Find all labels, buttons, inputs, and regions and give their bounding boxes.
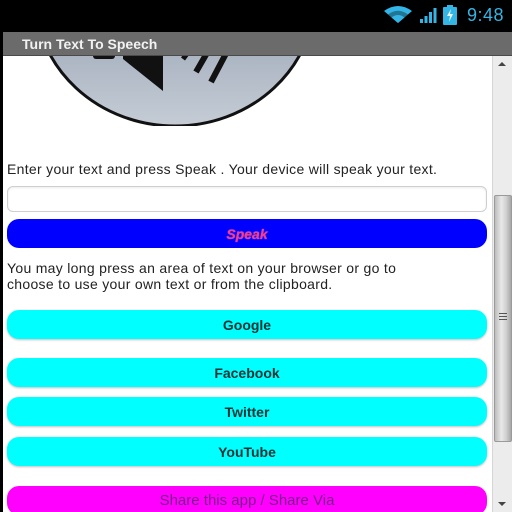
share-app-button[interactable]: Share this app / Share Via [7,486,487,512]
scrollbar-thumb[interactable] [494,195,512,442]
app-title: Turn Text To Speech [22,36,158,52]
speaker-volume-icon [33,56,318,128]
vertical-scrollbar[interactable] [492,56,512,512]
google-button[interactable]: Google [7,310,487,339]
phone-screen: 9:48 Turn Text To Speech Enter your text… [0,0,512,512]
wifi-icon [383,6,413,24]
scroll-down-arrow-icon[interactable] [498,502,506,506]
signal-icon [419,6,437,24]
intro-instructions: Enter your text and press Speak . Your d… [7,161,438,177]
facebook-button[interactable]: Facebook [7,358,487,387]
web-content: Enter your text and press Speak . Your d… [3,56,512,512]
help-line-1: You may long press an area of text on yo… [7,260,397,276]
speak-button[interactable]: Speak [7,219,487,248]
clock: 9:48 [466,4,504,25]
speech-text-input[interactable] [7,186,487,212]
battery-charging-icon [442,5,457,25]
status-bar: 9:48 [0,0,512,30]
twitter-button[interactable]: Twitter [7,397,487,426]
grip-icon [499,313,507,322]
help-line-2: choose to use your own text or from the … [7,276,333,292]
scroll-up-arrow-icon[interactable] [498,62,506,66]
help-instructions: You may long press an area of text on yo… [7,260,487,292]
status-icons: 9:48 [383,4,504,26]
app-title-bar: Turn Text To Speech [3,32,512,56]
youtube-button[interactable]: YouTube [7,437,487,466]
